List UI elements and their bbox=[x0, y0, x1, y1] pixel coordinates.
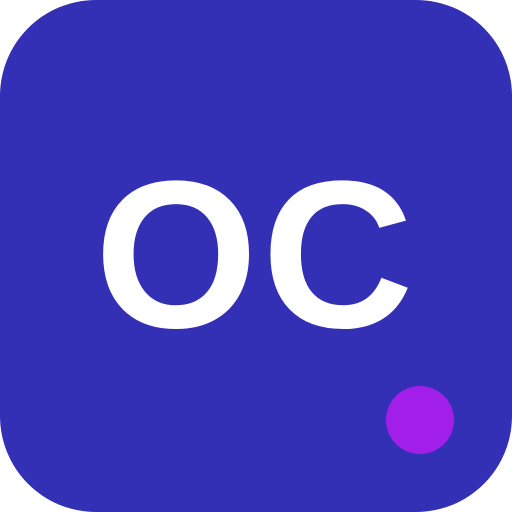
status-dot-icon bbox=[386, 386, 454, 454]
app-icon[interactable]: OC bbox=[0, 0, 512, 512]
